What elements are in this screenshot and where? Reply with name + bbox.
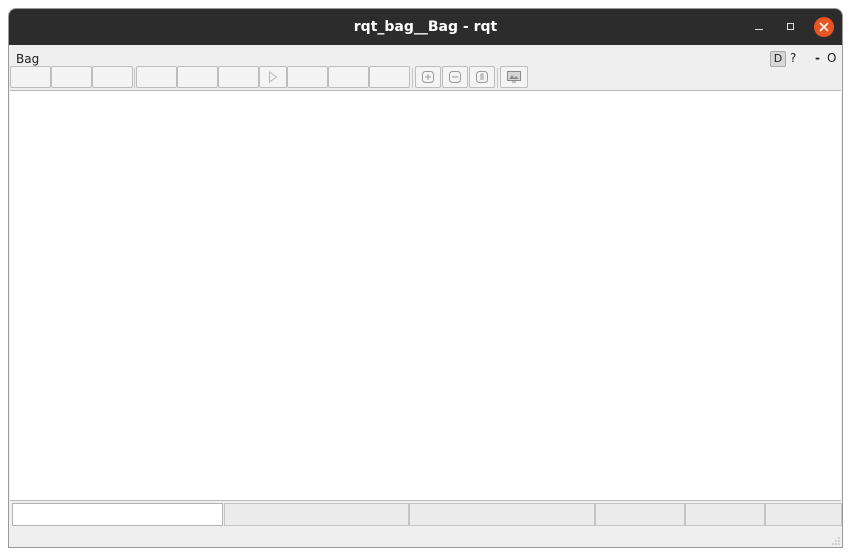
play-button[interactable]	[259, 66, 287, 88]
toolbar-button-1[interactable]	[10, 66, 51, 88]
status-field-2	[224, 503, 409, 526]
toolbar-separator	[412, 68, 413, 88]
thumbnails-button[interactable]	[500, 66, 528, 88]
close-window-button[interactable]	[814, 17, 834, 37]
toolbar-button-7[interactable]	[287, 66, 328, 88]
menu-bag[interactable]: Bag	[16, 52, 39, 66]
status-field-1[interactable]	[12, 503, 223, 526]
status-field-5	[685, 503, 765, 526]
resize-grip-icon[interactable]	[832, 537, 840, 545]
toolbar-separator	[134, 68, 135, 88]
bag-timeline-area[interactable]	[10, 90, 841, 501]
dock-minimize-button[interactable]: -	[815, 51, 820, 65]
status-field-3	[409, 503, 595, 526]
minimize-window-button[interactable]	[750, 18, 768, 36]
toolbar-button-3[interactable]	[92, 66, 133, 88]
toolbar-button-9[interactable]	[369, 66, 410, 88]
zoom-reset-button[interactable]	[469, 66, 495, 88]
play-icon	[269, 71, 278, 83]
toolbar-button-5[interactable]	[177, 66, 218, 88]
dock-close-button[interactable]: O	[827, 51, 836, 65]
dock-d-button[interactable]: D	[770, 51, 786, 67]
status-bar	[10, 503, 842, 527]
title-bar[interactable]: rqt_bag__Bag - rqt	[9, 9, 842, 45]
toolbar-separator	[497, 68, 498, 88]
zoom-in-button[interactable]	[415, 66, 441, 88]
zoom-out-button[interactable]	[442, 66, 468, 88]
zoom-reset-icon	[476, 71, 488, 83]
maximize-window-button[interactable]	[782, 18, 800, 36]
zoom-in-icon	[422, 71, 434, 83]
rqt-window: rqt_bag__Bag - rqt Bag D ? - O	[8, 8, 843, 548]
window-title: rqt_bag__Bag - rqt	[353, 19, 498, 35]
toolbar-button-6[interactable]	[218, 66, 259, 88]
status-field-6	[765, 503, 842, 526]
toolbar-button-8[interactable]	[328, 66, 369, 88]
bag-toolbar	[10, 66, 840, 89]
status-field-4	[595, 503, 685, 526]
thumbnails-icon	[507, 71, 521, 83]
close-icon	[819, 22, 829, 32]
toolbar-button-2[interactable]	[51, 66, 92, 88]
toolbar-button-4[interactable]	[136, 66, 177, 88]
zoom-out-icon	[449, 71, 461, 83]
help-button[interactable]: ?	[790, 51, 796, 65]
